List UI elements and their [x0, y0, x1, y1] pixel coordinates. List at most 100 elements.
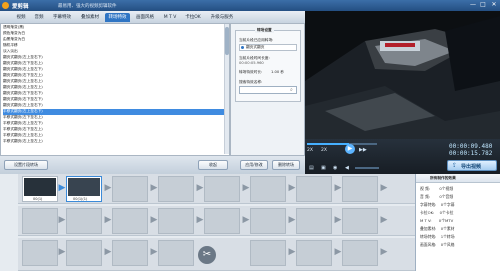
arrow-icon: ▶: [196, 183, 204, 193]
list-item[interactable]: 平移式翻页(左上至右上): [3, 133, 225, 139]
stat-label: M T V:: [420, 218, 432, 223]
list-item[interactable]: 淡入淡出: [3, 49, 225, 55]
transition-duration-label: 转场特效时长:: [239, 70, 263, 74]
export-video-button[interactable]: ⇪ 导出视频: [447, 160, 497, 171]
radio-icon: [241, 46, 244, 49]
tab-karaoke[interactable]: 卡拉OK: [182, 13, 204, 22]
tab-overlay[interactable]: 叠加素材: [78, 13, 102, 22]
list-item[interactable]: 翻页式翻页(左上至右上): [3, 79, 225, 85]
apply-modify-button[interactable]: 应用/修改: [240, 160, 268, 170]
clip-settings-label: 设置片段转场: [14, 162, 38, 167]
empty-slot[interactable]: [296, 208, 332, 234]
list-item[interactable]: 颜色渐变为白: [3, 31, 225, 37]
save-icon[interactable]: ▣: [321, 165, 326, 171]
clip-thumbnail-selected[interactable]: 00(1)(1): [66, 176, 102, 202]
list-item-selected[interactable]: 平移式翻页(左上至右下): [3, 109, 225, 115]
empty-slot[interactable]: [342, 208, 378, 234]
tab-audio[interactable]: 音频: [32, 13, 46, 22]
next-frame-icon[interactable]: ▶▶: [359, 147, 367, 153]
transition-toolbar: 设置片段转场 收起 应用/修改 删除转场: [0, 156, 305, 174]
apply-modify-label: 应用/修改: [245, 162, 263, 167]
empty-slot[interactable]: [296, 240, 332, 266]
tab-subtitle-effects[interactable]: 字幕特效: [50, 13, 74, 22]
arrow-icon: ▶: [150, 247, 158, 257]
empty-slot[interactable]: [112, 176, 148, 202]
empty-slot[interactable]: [112, 208, 148, 234]
empty-slot[interactable]: [158, 240, 194, 266]
search-input[interactable]: ⌕: [239, 86, 297, 94]
empty-slot[interactable]: [158, 176, 194, 202]
transition-duration-value[interactable]: 1.00 秒: [271, 70, 284, 75]
empty-slot[interactable]: [250, 240, 286, 266]
stat-label: 转场特效:: [420, 234, 437, 239]
list-item[interactable]: 平移式翻页(右上至左下): [3, 121, 225, 127]
timeline-row: ▶ ▶ ▶ ✂ ▶ ▶ ▶: [18, 238, 415, 271]
transition-arrow-icon[interactable]: ▶: [58, 182, 66, 194]
empty-slot[interactable]: [342, 240, 378, 266]
tab-transitions[interactable]: 转场特效: [105, 13, 130, 22]
list-item[interactable]: 由黑渐变为白: [3, 37, 225, 43]
list-item[interactable]: 透明渐变(黑): [3, 25, 225, 31]
empty-slot[interactable]: [66, 208, 102, 234]
collapse-button[interactable]: 收起: [198, 160, 228, 170]
clip-thumbnail[interactable]: 00(1): [22, 176, 58, 202]
list-item[interactable]: 翻页式翻页(左上至右下): [3, 103, 225, 109]
arrow-icon: ▶: [288, 183, 296, 193]
preview-frame-image: [305, 11, 500, 139]
scrollbar-thumb[interactable]: [225, 27, 229, 55]
list-item[interactable]: 随机平移: [3, 43, 225, 49]
arrow-icon: ▶: [380, 183, 388, 193]
list-item[interactable]: 翻页式翻页(右下至左下): [3, 97, 225, 103]
volume-icon[interactable]: ◀: [345, 165, 349, 171]
list-item[interactable]: 翻页式翻页(左上至右下): [3, 55, 225, 61]
search-icon[interactable]: ⌕: [290, 87, 293, 93]
stat-value: 0个素材: [440, 226, 455, 231]
list-item[interactable]: 平移式翻页(左下至右上): [3, 115, 225, 121]
list-item[interactable]: 平移式翻页(右下至左上): [3, 127, 225, 133]
stat-value: 0个卡拉: [439, 210, 454, 215]
maximize-button[interactable]: □: [478, 1, 488, 9]
tab-style[interactable]: 画面风格: [133, 13, 157, 22]
empty-slot[interactable]: [66, 240, 102, 266]
list-item[interactable]: 翻页式翻页(左下至右上): [3, 61, 225, 67]
tab-upgrade[interactable]: 升级与服务: [207, 13, 237, 22]
arrow-icon: ▶: [58, 215, 66, 225]
empty-slot[interactable]: [22, 208, 58, 234]
empty-slot[interactable]: [250, 208, 286, 234]
volume-slider[interactable]: [355, 167, 379, 169]
camera-icon[interactable]: ◉: [333, 165, 337, 171]
clip-transition-settings-button[interactable]: 设置片段转场: [4, 160, 48, 170]
list-item[interactable]: 平移式翻页(右上至左上): [3, 139, 225, 145]
list-item[interactable]: 翻页式翻页(左下至右下): [3, 91, 225, 97]
speed-label-2[interactable]: 2X: [321, 148, 327, 153]
empty-slot[interactable]: [204, 208, 240, 234]
arrow-icon: ▶: [104, 215, 112, 225]
minimize-button[interactable]: —: [468, 1, 478, 9]
speed-label[interactable]: 2X: [307, 148, 313, 153]
empty-slot[interactable]: [112, 240, 148, 266]
list-scrollbar[interactable]: [224, 24, 229, 154]
play-icon[interactable]: ▶: [345, 144, 355, 154]
empty-slot[interactable]: [342, 176, 378, 202]
empty-slot[interactable]: [250, 176, 286, 202]
empty-slot[interactable]: [22, 240, 58, 266]
timeline: 00(1) ▶ 00(1)(1) ▶ ▶ ▶ ▶ ▶ ▶ ▶ ▶ ▶ ▶ ▶ ▶…: [0, 174, 415, 271]
title-bar: 爱剪辑 最易用、强大的视频剪辑软件 — □ ✕: [0, 0, 500, 11]
tab-video[interactable]: 视频: [14, 13, 28, 22]
list-item[interactable]: 翻页式翻页(右上至左上): [3, 85, 225, 91]
list-item[interactable]: 翻页式翻页(右下至左上): [3, 73, 225, 79]
list-item[interactable]: 翻页式翻页(右上至左下): [3, 67, 225, 73]
empty-slot[interactable]: [296, 176, 332, 202]
arrow-icon: ▶: [150, 183, 158, 193]
folder-icon[interactable]: ▤: [309, 165, 314, 171]
clip-preview-image: [24, 178, 56, 196]
arrow-icon: ▶: [334, 183, 342, 193]
video-preview[interactable]: [305, 11, 500, 139]
close-button[interactable]: ✕: [489, 1, 499, 9]
empty-slot[interactable]: [204, 176, 240, 202]
tab-mtv[interactable]: M T V: [160, 13, 180, 22]
empty-slot[interactable]: [158, 208, 194, 234]
delete-transition-button[interactable]: 删除转场: [272, 160, 300, 170]
scissors-icon[interactable]: ✂: [198, 246, 216, 264]
stat-value: 0个音频: [439, 194, 454, 199]
